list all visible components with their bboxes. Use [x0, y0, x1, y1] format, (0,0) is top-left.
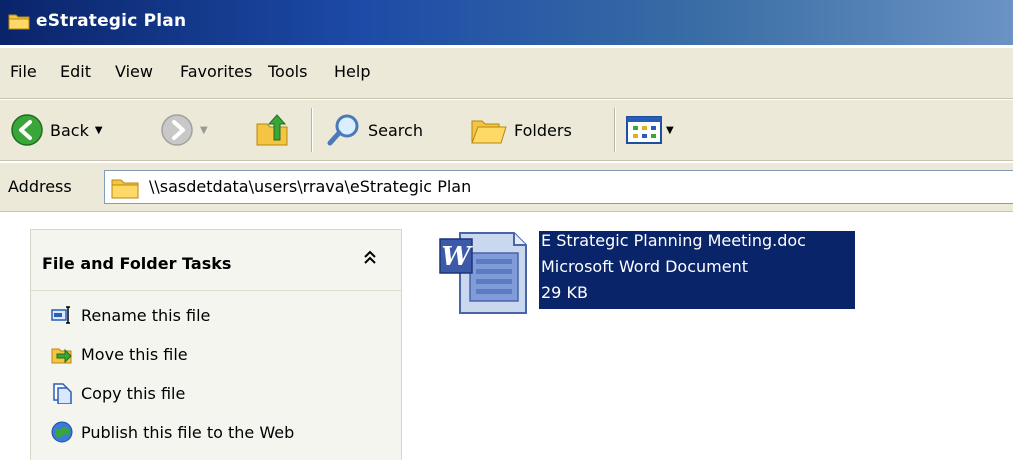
svg-text:W: W [441, 242, 473, 272]
task-rename-file[interactable]: Rename this file [51, 304, 210, 326]
folder-icon [111, 179, 139, 199]
window-title: eStrategic Plan [36, 11, 187, 31]
menu-edit[interactable]: Edit [60, 62, 91, 81]
search-label: Search [368, 120, 423, 140]
address-label: Address [8, 177, 72, 196]
back-button[interactable]: Back ▼ [10, 108, 103, 152]
back-arrow-icon [11, 114, 43, 146]
menu-file[interactable]: File [10, 62, 37, 81]
menu-bar: File Edit View Favorites Tools Help [0, 48, 1013, 99]
file-size: 29 KB [541, 283, 588, 302]
task-pane: File and Folder Tasks Rename this file M… [30, 229, 402, 460]
views-dropdown-icon[interactable]: ▼ [666, 125, 674, 136]
back-dropdown-icon[interactable]: ▼ [95, 125, 103, 136]
rename-icon [51, 306, 70, 324]
folders-icon [471, 120, 507, 144]
move-icon [51, 348, 72, 364]
file-item-selected[interactable]: E Strategic Planning Meeting.doc Microso… [539, 231, 855, 309]
task-publish-file[interactable]: Publish this file to the Web [51, 421, 294, 443]
publish-web-icon [51, 421, 73, 443]
task-pane-header[interactable]: File and Folder Tasks [31, 230, 401, 291]
task-publish-label: Publish this file to the Web [81, 422, 295, 442]
word-document-icon[interactable]: W [438, 229, 530, 317]
copy-icon [53, 383, 72, 404]
file-type: Microsoft Word Document [541, 257, 748, 276]
back-label: Back [50, 120, 89, 140]
up-folder-icon [256, 114, 288, 146]
views-icon [626, 116, 662, 144]
search-icon [327, 114, 359, 146]
task-rename-label: Rename this file [81, 305, 211, 325]
file-name: E Strategic Planning Meeting.doc [541, 231, 806, 250]
forward-dropdown-icon[interactable]: ▼ [200, 125, 208, 136]
views-button[interactable]: ▼ [626, 108, 674, 152]
up-folder-button[interactable] [254, 108, 290, 152]
search-button[interactable]: Search [326, 108, 423, 152]
task-copy-file[interactable]: Copy this file [51, 382, 185, 404]
folders-label: Folders [514, 120, 572, 140]
task-copy-label: Copy this file [81, 383, 186, 403]
menu-tools[interactable]: Tools [268, 62, 307, 81]
menu-view[interactable]: View [115, 62, 153, 81]
task-move-file[interactable]: Move this file [51, 343, 188, 365]
forward-button[interactable]: ▼ [160, 108, 208, 152]
task-pane-title: File and Folder Tasks [42, 254, 232, 273]
address-bar: Address \\sasdetdata\users\rrava\eStrate… [0, 163, 1013, 212]
toolbar: Back ▼ ▼ Search Folders ▼ [0, 100, 1013, 161]
address-input[interactable]: \\sasdetdata\users\rrava\eStrategic Plan [104, 170, 1013, 204]
folders-button[interactable]: Folders [470, 108, 572, 152]
collapse-chevron-icon[interactable] [363, 250, 377, 266]
menu-help[interactable]: Help [334, 62, 370, 81]
menu-favorites[interactable]: Favorites [180, 62, 252, 81]
forward-arrow-icon [161, 114, 193, 146]
folder-icon [8, 14, 30, 30]
address-path: \\sasdetdata\users\rrava\eStrategic Plan [149, 177, 472, 196]
task-move-label: Move this file [81, 344, 188, 364]
title-bar[interactable]: eStrategic Plan [0, 0, 1013, 45]
